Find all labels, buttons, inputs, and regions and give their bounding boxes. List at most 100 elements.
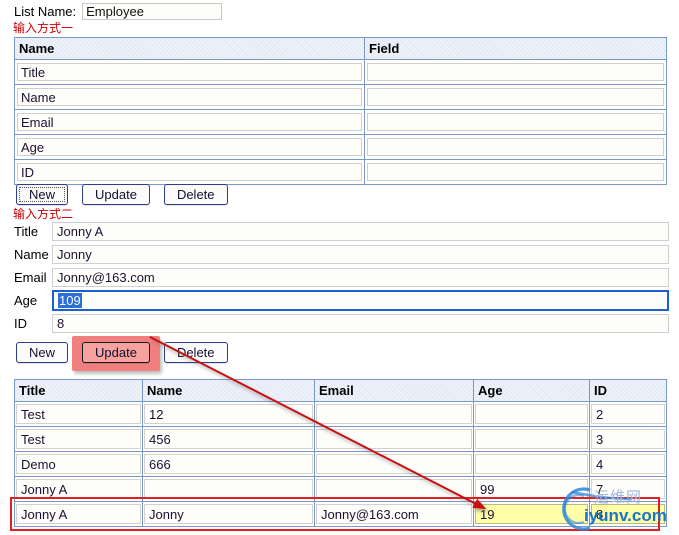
table-row[interactable]: Test 456 3 [14, 426, 667, 452]
field-name-input-4[interactable] [17, 163, 362, 181]
form-label-age: Age [14, 293, 38, 308]
results-cell-id: 3 [589, 426, 667, 452]
delete-button-one[interactable]: Delete [163, 184, 228, 205]
field-name-input-1[interactable] [17, 88, 362, 106]
results-value-name[interactable]: 456 [144, 429, 313, 449]
results-cell-age [473, 401, 590, 427]
field-value-cell [364, 59, 667, 85]
field-value-input-2[interactable] [367, 113, 664, 131]
form-label-email: Email [14, 270, 47, 285]
field-name-cell [14, 59, 365, 85]
form-input-age[interactable]: 109 [52, 290, 669, 311]
results-value-id[interactable]: 3 [591, 429, 665, 449]
results-cell-id: 4 [589, 451, 667, 477]
results-value-title[interactable]: Demo [16, 454, 141, 474]
form-label-name: Name [14, 247, 49, 262]
table-header-row: Name Field [14, 37, 667, 60]
results-value-name[interactable]: 12 [144, 404, 313, 424]
results-value-id[interactable]: 8 [591, 504, 665, 524]
results-cell-age [473, 426, 590, 452]
field-value-cell [364, 134, 667, 160]
new-button-wrap-one: New [16, 184, 69, 205]
results-value-email[interactable]: Jonny@163.com [316, 504, 472, 524]
results-table: Title Name Email Age ID Test 12 2 Test 456 3 D… [14, 379, 667, 527]
form-row-email: Email Jonny@163.com [14, 267, 669, 288]
form-label-title: Title [14, 224, 39, 239]
field-name-input-0[interactable] [17, 63, 362, 81]
results-value-title[interactable]: Test [16, 404, 141, 424]
table-row[interactable]: Jonny A 99 7 [14, 476, 667, 502]
results-value-id[interactable]: 4 [591, 454, 665, 474]
field-name-cell [14, 134, 365, 160]
results-value-age[interactable]: 19 [475, 504, 588, 524]
results-cell-id: 8 [589, 501, 667, 527]
field-name-input-2[interactable] [17, 113, 362, 131]
list-name-input[interactable] [82, 3, 223, 20]
results-cell-name: 666 [142, 451, 315, 477]
results-value-title[interactable]: Jonny A [16, 504, 141, 524]
selected-text: 109 [58, 293, 82, 308]
update-button-one[interactable]: Update [82, 184, 150, 205]
table-row [14, 134, 667, 160]
results-cell-age: 19 [473, 501, 590, 527]
table-row[interactable]: Demo 666 4 [14, 451, 667, 477]
form-input-title[interactable]: Jonny A [52, 222, 669, 241]
results-value-email[interactable] [316, 454, 472, 474]
field-value-input-1[interactable] [367, 88, 664, 106]
results-value-age[interactable] [475, 454, 588, 474]
field-definition-table: Name Field [14, 37, 667, 185]
field-value-cell [364, 84, 667, 110]
results-cell-age [473, 451, 590, 477]
results-cell-email: Jonny@163.com [314, 501, 474, 527]
results-cell-name: 456 [142, 426, 315, 452]
form-row-title: Title Jonny A [14, 221, 669, 242]
update-button-two[interactable]: Update [82, 342, 150, 363]
results-value-age[interactable] [475, 429, 588, 449]
results-column-age: Age [473, 379, 590, 402]
results-column-name: Name [142, 379, 315, 402]
results-cell-name: 12 [142, 401, 315, 427]
results-cell-id: 7 [589, 476, 667, 502]
results-value-email[interactable] [316, 429, 472, 449]
results-value-title[interactable]: Test [16, 429, 141, 449]
new-button-one[interactable]: New [16, 184, 69, 205]
results-column-email: Email [314, 379, 474, 402]
results-value-id[interactable]: 7 [591, 479, 665, 499]
employee-edit-form: Title Jonny A Name Jonny Email Jonny@163.com A… [14, 221, 669, 336]
table-row[interactable]: Test 12 2 [14, 401, 667, 427]
field-value-input-3[interactable] [367, 138, 664, 156]
results-value-name[interactable]: Jonny [144, 504, 313, 524]
results-value-title[interactable]: Jonny A [16, 479, 141, 499]
table-row [14, 59, 667, 85]
form-input-value-email: Jonny@163.com [57, 270, 155, 285]
results-value-age[interactable] [475, 404, 588, 424]
results-value-email[interactable] [316, 404, 472, 424]
table-row[interactable]: Jonny A Jonny Jonny@163.com 19 8 [14, 501, 667, 527]
results-cell-email [314, 476, 474, 502]
field-value-input-4[interactable] [367, 163, 664, 181]
results-value-age[interactable]: 99 [475, 479, 588, 499]
results-cell-age: 99 [473, 476, 590, 502]
results-value-email[interactable] [316, 479, 472, 499]
form-input-email[interactable]: Jonny@163.com [52, 268, 669, 287]
section-two-caption: 输入方式二 [13, 207, 74, 221]
field-value-input-0[interactable] [367, 63, 664, 81]
results-value-name[interactable] [144, 479, 313, 499]
form-input-id[interactable]: 8 [52, 314, 669, 333]
column-header-name: Name [14, 37, 365, 60]
field-name-cell [14, 84, 365, 110]
results-cell-title: Jonny A [14, 476, 143, 502]
list-name-row: List Name: [14, 3, 223, 20]
update-button-wrap-one: Update [82, 184, 150, 205]
results-value-name[interactable]: 666 [144, 454, 313, 474]
section-two-button-row: New Update Delete [16, 336, 228, 371]
results-cell-name [142, 476, 315, 502]
results-value-id[interactable]: 2 [591, 404, 665, 424]
field-value-cell [364, 109, 667, 135]
new-button-two[interactable]: New [16, 342, 69, 363]
form-input-value-title: Jonny A [57, 224, 104, 239]
delete-button-two[interactable]: Delete [163, 342, 228, 363]
delete-button-wrap-two: Delete [163, 342, 228, 363]
form-input-name[interactable]: Jonny [52, 245, 669, 264]
field-name-input-3[interactable] [17, 138, 362, 156]
